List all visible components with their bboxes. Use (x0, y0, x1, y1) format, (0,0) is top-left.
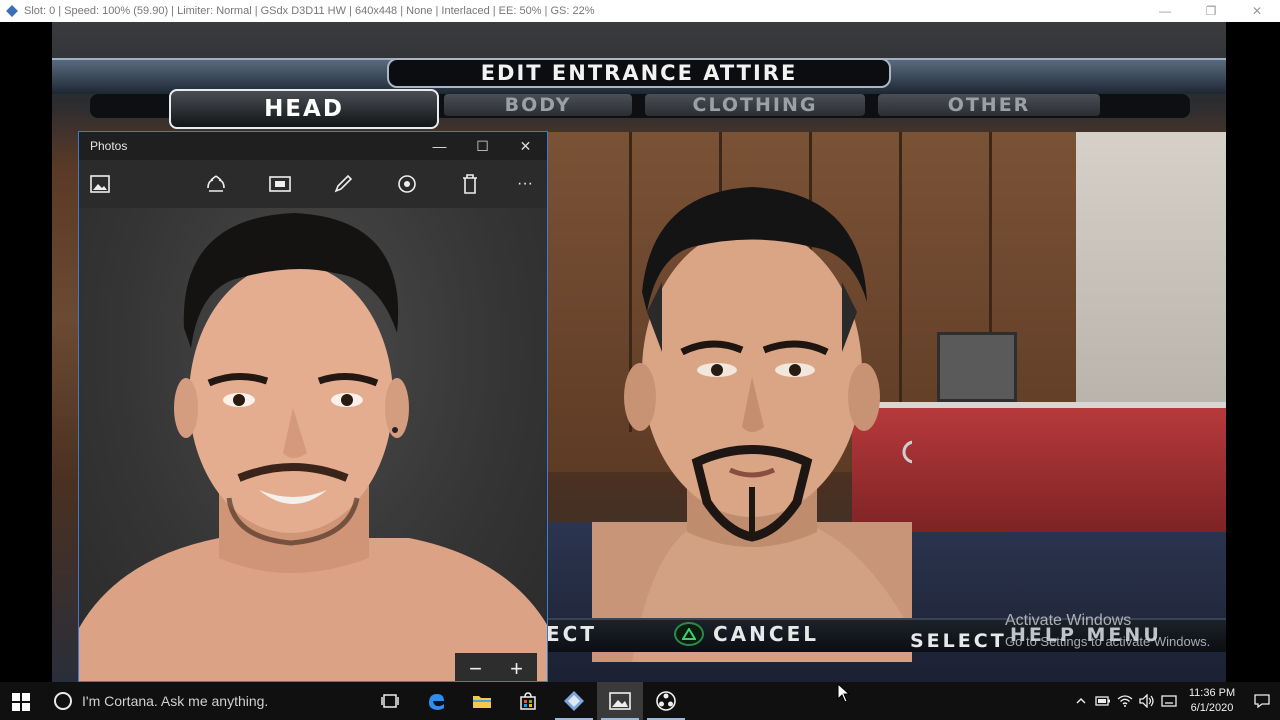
tab-clothing[interactable]: CLOTHING (645, 94, 865, 116)
emulator-window-controls: — ❐ ✕ (1142, 0, 1280, 22)
emulator-title: Slot: 0 | Speed: 100% (59.90) | Limiter:… (24, 5, 595, 17)
system-tray: 11:36 PM 6/1/2020 (1070, 682, 1280, 720)
file-explorer-icon[interactable] (459, 682, 505, 720)
clock-time: 11:36 PM (1188, 687, 1236, 699)
more-icon[interactable]: ··· (513, 172, 537, 196)
select-prompt[interactable]: SELECT (910, 630, 1007, 652)
triangle-button-icon (674, 622, 704, 646)
photos-titlebar: Photos — ☐ ✕ (79, 132, 547, 160)
activate-windows-subtitle: Go to Settings to activate Windows. (1005, 634, 1211, 649)
photos-window[interactable]: Photos — ☐ ✕ ··· − + (78, 131, 548, 682)
cortana-icon (54, 692, 72, 710)
windows-start-icon[interactable] (12, 693, 30, 711)
cortana-search-placeholder: I'm Cortana. Ask me anything. (82, 693, 269, 709)
zoom-controls: − + (455, 653, 537, 681)
zoom-in-button[interactable]: + (496, 653, 537, 681)
photos-title: Photos (90, 139, 128, 153)
pen-icon[interactable] (331, 172, 355, 196)
portrait-photo (79, 213, 547, 681)
activate-windows-title: Activate Windows (1005, 612, 1132, 629)
tab-body[interactable]: BODY (444, 94, 632, 116)
emulator-app-icon (6, 5, 18, 17)
chevron-up-icon[interactable] (1070, 682, 1092, 720)
task-view-icon[interactable] (367, 682, 413, 720)
photos-toolbar: ··· (79, 160, 547, 208)
store-icon[interactable] (505, 682, 551, 720)
volume-icon[interactable] (1136, 682, 1158, 720)
image-icon[interactable] (88, 172, 112, 196)
page-title: EDIT ENTRANCE ATTIRE (387, 58, 891, 88)
photos-minimize-button[interactable]: — (418, 132, 461, 160)
slideshow-icon[interactable] (268, 172, 292, 196)
edge-browser-icon[interactable] (413, 682, 459, 720)
mouse-cursor-icon (837, 683, 851, 703)
tab-head[interactable]: HEAD (169, 89, 439, 129)
zoom-out-button[interactable]: − (455, 653, 496, 681)
emulator-minimize-button[interactable]: — (1142, 0, 1188, 22)
keyboard-icon[interactable] (1158, 682, 1180, 720)
select-prompt-fragment: ECT (546, 622, 597, 646)
photos-close-button[interactable]: ✕ (504, 132, 547, 160)
action-center-icon[interactable] (1244, 682, 1280, 720)
clock-date: 6/1/2020 (1190, 702, 1234, 714)
desktop-root: Slot: 0 | Speed: 100% (59.90) | Limiter:… (0, 0, 1280, 720)
emulator-titlebar: Slot: 0 | Speed: 100% (59.90) | Limiter:… (0, 0, 1280, 22)
emulator-maximize-button[interactable]: ❐ (1188, 0, 1234, 22)
cancel-prompt[interactable]: CANCEL (713, 622, 819, 646)
taskbar-clock[interactable]: 11:36 PM 6/1/2020 (1180, 686, 1244, 716)
game-character-head (592, 187, 912, 662)
delete-icon[interactable] (458, 172, 482, 196)
emulator-close-button[interactable]: ✕ (1234, 0, 1280, 22)
tab-other[interactable]: OTHER (878, 94, 1100, 116)
enhance-icon[interactable] (395, 172, 419, 196)
obs-app-icon[interactable] (643, 682, 689, 720)
photo-viewer[interactable] (79, 208, 547, 681)
wall-picture (937, 332, 1017, 402)
photos-maximize-button[interactable]: ☐ (461, 132, 504, 160)
taskbar: I'm Cortana. Ask me anything. 11:36 PM 6… (0, 682, 1280, 720)
battery-icon[interactable] (1092, 682, 1114, 720)
pcsx2-app-icon[interactable] (551, 682, 597, 720)
wifi-icon[interactable] (1114, 682, 1136, 720)
share-icon[interactable] (204, 172, 228, 196)
cortana-search-box[interactable]: I'm Cortana. Ask me anything. (52, 682, 372, 720)
photos-app-icon[interactable] (597, 682, 643, 720)
